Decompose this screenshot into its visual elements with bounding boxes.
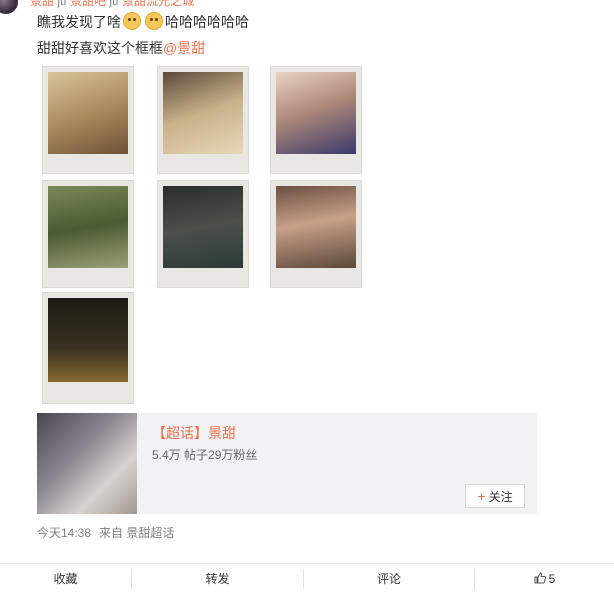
photo-image xyxy=(276,186,356,268)
photo-image xyxy=(48,186,128,268)
comment-label: 评论 xyxy=(376,572,401,586)
follow-button[interactable]: + 关注 xyxy=(465,484,525,508)
repost-chain: 景甜 jtf 景甜吧 jtf 景甜流光之城 xyxy=(30,0,194,8)
super-topic-stats: 5.4万 帖子29万粉丝 xyxy=(152,448,258,462)
super-topic-title[interactable]: 【超话】景甜 xyxy=(152,423,236,443)
mention-link[interactable]: @景甜 xyxy=(163,40,205,56)
repost-user-suffix: jtf xyxy=(57,0,67,8)
photo-thumbnail[interactable] xyxy=(270,180,362,288)
super-topic-cover-image xyxy=(37,413,137,514)
post-text: 甜甜好喜欢这个框框 xyxy=(37,40,163,56)
post-text: 哈哈哈哈哈哈 xyxy=(165,14,249,30)
post-source[interactable]: 来自 景甜超话 xyxy=(99,526,174,540)
repost-user-link[interactable]: 景甜 xyxy=(30,0,54,8)
repost-user-link[interactable]: 景甜 xyxy=(122,0,146,8)
post-text-line: 甜甜好喜欢这个框框@景甜 xyxy=(37,38,205,58)
super-topic-card[interactable]: 【超话】景甜 5.4万 帖子29万粉丝 + 关注 xyxy=(37,413,537,514)
like-count: 5 xyxy=(548,572,556,586)
repost-button[interactable]: 转发 xyxy=(132,564,303,594)
photo-thumbnail[interactable] xyxy=(42,66,134,174)
repost-user-link[interactable]: 景甜吧 xyxy=(70,0,106,8)
post-timestamp[interactable]: 今天14:38 xyxy=(37,526,91,540)
comment-button[interactable]: 评论 xyxy=(304,564,474,594)
emoji-icon xyxy=(123,12,141,30)
photo-image xyxy=(48,298,128,382)
photo-thumbnail[interactable] xyxy=(270,66,362,174)
photo-image xyxy=(276,72,356,154)
action-bar: 收藏 转发 评论 5 xyxy=(0,563,614,603)
post-meta: 今天14:38 来自 景甜超话 xyxy=(37,524,174,541)
thumbs-up-icon xyxy=(534,572,546,584)
follow-label: 关注 xyxy=(488,490,513,504)
photo-thumbnail[interactable] xyxy=(42,180,134,288)
photo-image xyxy=(163,72,243,154)
post-text-line: 瞧我发现了啥 哈哈哈哈哈哈 xyxy=(37,12,249,32)
like-button[interactable]: 5 xyxy=(475,564,614,594)
repost-user-link[interactable]: 流光之城 xyxy=(146,0,194,8)
avatar[interactable] xyxy=(0,0,18,14)
favorite-button[interactable]: 收藏 xyxy=(0,564,131,594)
plus-icon: + xyxy=(477,488,486,504)
photo-thumbnail[interactable] xyxy=(42,292,134,404)
emoji-icon xyxy=(145,12,163,30)
photo-thumbnail[interactable] xyxy=(157,66,249,174)
post-text: 瞧我发现了啥 xyxy=(37,14,121,30)
repost-user-suffix: jtf xyxy=(109,0,119,8)
favorite-label: 收藏 xyxy=(53,572,78,586)
photo-thumbnail[interactable] xyxy=(157,180,249,288)
photo-image xyxy=(48,72,128,154)
photo-image xyxy=(163,186,243,268)
repost-label: 转发 xyxy=(205,572,230,586)
